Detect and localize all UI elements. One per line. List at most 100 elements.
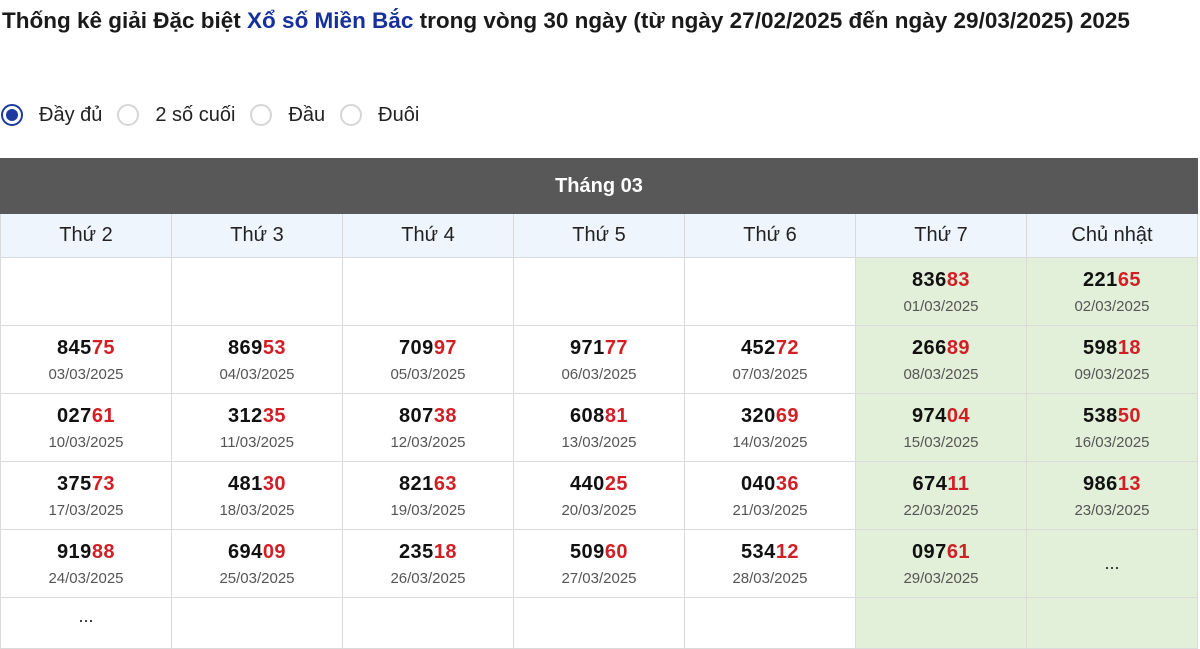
special-prize-number: 82163 (343, 472, 513, 496)
special-prize-number: 22165 (1027, 268, 1197, 292)
number-head: 312 (227, 404, 263, 427)
number-tail: 89 (946, 336, 971, 359)
draw-date: 10/03/2025 (48, 433, 124, 451)
result-cell: 04036 21/03/2025 (684, 461, 856, 530)
number-tail: 30 (262, 472, 287, 495)
number-head: 097 (911, 540, 947, 563)
result-cell: 53412 28/03/2025 (684, 529, 856, 598)
draw-date: 06/03/2025 (561, 365, 637, 383)
result-cell: 37573 17/03/2025 (0, 461, 172, 530)
calendar-week-row: 91988 24/03/2025 69409 25/03/2025 23518 26/03… (0, 529, 1198, 598)
special-prize-number: 60881 (514, 404, 684, 428)
number-head: 221 (1082, 268, 1118, 291)
draw-date: 25/03/2025 (219, 569, 295, 587)
draw-date: 23/03/2025 (1074, 501, 1150, 519)
number-head: 986 (1082, 472, 1118, 495)
number-tail: 69 (775, 404, 800, 427)
result-cell: 98613 23/03/2025 (1026, 461, 1198, 530)
number-head: 974 (911, 404, 947, 427)
radio-tail-indicator[interactable] (340, 104, 363, 126)
radio-last-two-indicator[interactable] (117, 104, 140, 126)
special-prize-number: 83683 (856, 268, 1026, 292)
number-tail: 73 (91, 472, 116, 495)
special-prize-number: 86953 (172, 336, 342, 360)
number-tail: 81 (604, 404, 629, 427)
special-prize-number: 48130 (172, 472, 342, 496)
calendar-week-row: 02761 10/03/2025 31235 11/03/2025 80738 12/03… (0, 393, 1198, 462)
result-cell: 80738 12/03/2025 (342, 393, 514, 462)
title-prefix: Thống kê giải Đặc biệt (2, 8, 248, 33)
draw-date: 24/03/2025 (48, 569, 124, 587)
radio-head[interactable]: Đầu (249, 104, 325, 127)
weekday-header: Thứ 7 (855, 213, 1027, 258)
calendar-body: 83683 01/03/2025 22165 02/03/2025 84575 03/03… (0, 257, 1198, 649)
draw-date: 03/03/2025 (48, 365, 124, 383)
number-tail: 36 (775, 472, 800, 495)
draw-date: 12/03/2025 (390, 433, 466, 451)
weekday-header: Thứ 2 (0, 213, 172, 258)
weekday-header: Thứ 6 (684, 213, 856, 258)
number-head: 674 (912, 472, 948, 495)
pending-ellipsis: ... (1104, 553, 1120, 573)
draw-date: 17/03/2025 (48, 501, 124, 519)
empty-cell (0, 257, 172, 326)
month-header: Tháng 03 (0, 158, 1198, 214)
number-tail: 65 (1117, 268, 1142, 291)
special-prize-number: 97404 (856, 404, 1026, 428)
draw-date: 15/03/2025 (903, 433, 979, 451)
number-tail: 12 (775, 540, 800, 563)
number-head: 509 (569, 540, 605, 563)
result-cell: 45272 07/03/2025 (684, 325, 856, 394)
draw-date: 14/03/2025 (732, 433, 808, 451)
result-cell: 67411 22/03/2025 (855, 461, 1027, 530)
number-tail: 04 (946, 404, 971, 427)
special-prize-number: 23518 (343, 540, 513, 564)
number-head: 534 (740, 540, 776, 563)
special-prize-number: 31235 (172, 404, 342, 428)
number-tail: 88 (91, 540, 116, 563)
result-cell: 44025 20/03/2025 (513, 461, 685, 530)
radio-last-two[interactable]: 2 số cuối (116, 104, 235, 127)
number-tail: 25 (604, 472, 629, 495)
special-prize-number: 67411 (856, 472, 1026, 496)
special-prize-number: 53850 (1027, 404, 1197, 428)
number-head: 440 (569, 472, 605, 495)
number-tail: 38 (433, 404, 458, 427)
draw-date: 05/03/2025 (390, 365, 466, 383)
number-tail: 97 (433, 336, 458, 359)
radio-full-label: Đầy đủ (39, 103, 103, 126)
empty-cell (342, 597, 514, 649)
number-head: 538 (1082, 404, 1118, 427)
draw-date: 09/03/2025 (1074, 365, 1150, 383)
special-prize-number: 45272 (685, 336, 855, 360)
radio-tail[interactable]: Đuôi (339, 104, 419, 127)
special-prize-number: 50960 (514, 540, 684, 564)
radio-full-indicator[interactable] (1, 104, 23, 126)
pending-cell: ... (0, 597, 172, 649)
empty-cell (513, 257, 685, 326)
number-head: 598 (1082, 336, 1118, 359)
number-tail: 61 (91, 404, 116, 427)
empty-cell (171, 597, 343, 649)
number-tail: 13 (1117, 472, 1142, 495)
radio-head-indicator[interactable] (250, 104, 273, 126)
number-tail: 77 (604, 336, 629, 359)
lottery-link[interactable]: Xổ số Miền Bắc (247, 8, 413, 33)
empty-cell (855, 597, 1027, 649)
draw-date: 13/03/2025 (561, 433, 637, 451)
result-cell: 02761 10/03/2025 (0, 393, 172, 462)
calendar-week-row: 83683 01/03/2025 22165 02/03/2025 (0, 257, 1198, 326)
number-tail: 75 (91, 336, 116, 359)
weekday-header-row: Thứ 2 Thứ 3 Thứ 4 Thứ 5 Thứ 6 Thứ 7 Chủ nhật (0, 213, 1198, 258)
number-head: 971 (569, 336, 605, 359)
number-head: 027 (56, 404, 92, 427)
special-prize-number: 09761 (856, 540, 1026, 564)
empty-cell (171, 257, 343, 326)
title-suffix: trong vòng 30 ngày (từ ngày 27/02/2025 đ… (413, 8, 1130, 33)
number-head: 919 (56, 540, 92, 563)
number-tail: 61 (946, 540, 971, 563)
radio-head-label: Đầu (288, 103, 326, 126)
radio-full[interactable]: Đầy đủ (0, 104, 102, 127)
number-head: 845 (56, 336, 92, 359)
special-prize-number: 84575 (1, 336, 171, 360)
